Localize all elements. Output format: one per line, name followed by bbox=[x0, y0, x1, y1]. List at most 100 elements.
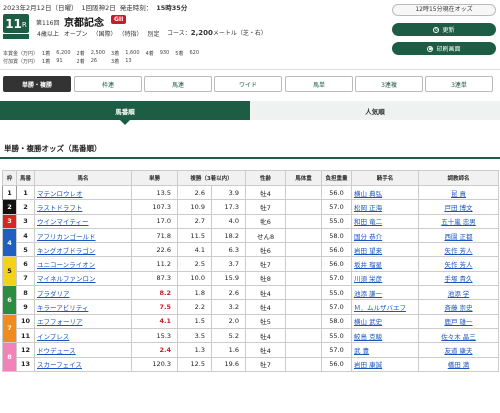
win-odds: 13.5 bbox=[131, 184, 178, 201]
place-odds-max: 3.2 bbox=[210, 299, 247, 315]
tab-bet-type[interactable]: 馬連 bbox=[144, 76, 212, 92]
prize-place: 3着 bbox=[111, 50, 120, 57]
jockey-link[interactable]: 池添 謙一 bbox=[351, 285, 420, 301]
jockey-link[interactable]: 岩田 康誠 bbox=[351, 356, 420, 372]
horse-number: 11 bbox=[16, 327, 35, 344]
place-odds-max: 2.0 bbox=[210, 313, 247, 329]
horse-name-link[interactable]: インプレス bbox=[34, 327, 132, 344]
body-weight bbox=[285, 184, 323, 201]
trainer-link[interactable]: 斉藤 崇史 bbox=[418, 299, 500, 315]
jockey-link[interactable]: Ｍ．ムルザバエフ bbox=[351, 299, 420, 315]
course-surface: （芝・右） bbox=[236, 30, 267, 37]
tab-popularity-order[interactable]: 人気順 bbox=[250, 101, 500, 120]
jockey-link[interactable]: 坂井 瑠星 bbox=[351, 256, 420, 272]
place-odds-min: 12.5 bbox=[177, 356, 212, 372]
horse-name-link[interactable]: スカーフェイス bbox=[34, 356, 132, 372]
horse-name-link[interactable]: ユニコーンライオン bbox=[34, 256, 132, 272]
odds-row: 5 6 ユニコーンライオン 11.2 2.5 3.7 牡7 56.0 坂井 瑠星 矢作 芳人 bbox=[2, 256, 500, 287]
win-odds: 7.5 bbox=[131, 299, 178, 315]
prize-label: 本賞金（万円） bbox=[3, 50, 39, 57]
horse-number: 4 bbox=[16, 227, 35, 244]
place-odds-min: 3.5 bbox=[177, 327, 212, 344]
horse-name-link[interactable]: キングオブドラゴン bbox=[34, 242, 132, 258]
prize-amount: 2,500 bbox=[90, 50, 106, 56]
horse-name-link[interactable]: キラーアビリティ bbox=[34, 299, 132, 315]
section-title: 単勝・複勝オッズ（馬番順） bbox=[4, 144, 102, 153]
horse-name-link[interactable]: マイネルファンロン bbox=[34, 270, 132, 287]
trainer-link[interactable]: 矢作 芳人 bbox=[418, 256, 500, 272]
prize-amount: 26 bbox=[90, 58, 98, 64]
horse-number: 3 bbox=[16, 213, 35, 229]
win-odds: 8.2 bbox=[131, 285, 178, 301]
place-odds-max: 18.2 bbox=[210, 227, 247, 244]
prize-place: 1着 bbox=[42, 58, 51, 65]
trainer-link[interactable]: 西園 正都 bbox=[418, 227, 500, 244]
jockey-link[interactable]: 和田 竜二 bbox=[351, 213, 420, 229]
win-odds: 87.3 bbox=[131, 270, 178, 287]
course-distance: 2,200 bbox=[190, 29, 213, 37]
horse-name-link[interactable]: アフリカンゴールド bbox=[34, 227, 132, 244]
prize-amount: 6,200 bbox=[56, 50, 71, 56]
trainer-link[interactable]: 手塚 貴久 bbox=[418, 270, 500, 287]
place-odds-min: 10.0 bbox=[177, 270, 212, 287]
horse-name-link[interactable]: ラストドラフト bbox=[34, 199, 132, 215]
tab-bet-type[interactable]: 枠連 bbox=[74, 76, 142, 92]
sex-age: 牝6 bbox=[245, 213, 287, 229]
tab-bet-type[interactable]: 馬単 bbox=[285, 76, 353, 92]
print-button[interactable]: ▪ 印刷画面 bbox=[392, 42, 496, 55]
tab-umaban-order[interactable]: 馬番順 bbox=[0, 101, 250, 120]
horse-name-link[interactable]: ドウデュース bbox=[34, 342, 132, 358]
horse-name-link[interactable]: プラダリア bbox=[34, 285, 132, 301]
tab-bet-type[interactable]: ワイド bbox=[214, 76, 282, 92]
condition-extra: （特指） bbox=[121, 31, 143, 38]
frame-number: 8 bbox=[2, 342, 17, 372]
trainer-link[interactable]: 橋田 満 bbox=[418, 356, 500, 372]
update-button[interactable]: ↻ 更新 bbox=[392, 23, 496, 36]
trainer-link[interactable]: 佐々木 晶三 bbox=[418, 327, 500, 344]
race-number-badge: 11 R bbox=[3, 14, 29, 33]
horse-name-link[interactable]: エフフォーリア bbox=[34, 313, 132, 329]
tab-bet-type[interactable]: 3連複 bbox=[355, 76, 423, 92]
odds-row: 6 8 プラダリア 8.2 1.8 2.6 牡4 55.0 池添 謙一 池添 学 bbox=[2, 285, 500, 315]
jockey-link[interactable]: 横山 典弘 bbox=[351, 184, 420, 201]
prize-place bbox=[175, 57, 189, 65]
carried-weight: 55.0 bbox=[321, 327, 353, 344]
sex-age: 牡4 bbox=[245, 184, 287, 201]
prize-label: 付加賞（万円） bbox=[3, 58, 39, 65]
course-info: コース：2,200メートル（芝・右） bbox=[167, 28, 267, 37]
column-header: 複勝（3着以内） bbox=[176, 170, 247, 186]
trainer-link[interactable]: 矢作 芳人 bbox=[418, 242, 500, 258]
section-rule bbox=[0, 157, 500, 159]
jockey-link[interactable]: 国分 恭介 bbox=[351, 227, 420, 244]
prize-place: 3着 bbox=[111, 58, 120, 65]
trainer-link[interactable]: 池添 学 bbox=[418, 285, 500, 301]
place-odds-min: 10.9 bbox=[177, 199, 212, 215]
column-header: 馬名 bbox=[34, 170, 132, 186]
trainer-link[interactable]: 鹿戸 雄一 bbox=[418, 313, 500, 329]
trainer-link[interactable]: 友道 康夫 bbox=[418, 342, 500, 358]
condition-class: オープン bbox=[63, 31, 88, 38]
jockey-link[interactable]: 鮫島 克駿 bbox=[351, 327, 420, 344]
jockey-link[interactable]: 岩田 望来 bbox=[351, 242, 420, 258]
place-odds-min: 2.2 bbox=[177, 299, 212, 315]
trainer-link[interactable]: 戸田 博文 bbox=[418, 199, 500, 215]
odds-row: 7 10 エフフォーリア 4.1 1.5 2.0 牡5 58.0 横山 武史 鹿戸 雄一 bbox=[2, 313, 500, 344]
jockey-link[interactable]: 松岡 正海 bbox=[351, 199, 420, 215]
sex-age: 牡4 bbox=[245, 285, 287, 301]
column-header: 騎手名 bbox=[351, 170, 420, 186]
tab-bet-type[interactable]: 3連単 bbox=[425, 76, 493, 92]
course-label: コース： bbox=[167, 30, 191, 37]
horse-number: 10 bbox=[16, 313, 35, 329]
tab-bet-type[interactable]: 単勝・複勝 bbox=[3, 76, 71, 92]
horse-name-link[interactable]: ウインマイティー bbox=[34, 213, 132, 229]
place-odds-max: 5.2 bbox=[210, 327, 247, 344]
trainer-link[interactable]: 五十嵐 忠男 bbox=[418, 213, 500, 229]
jockey-link[interactable]: 武 豊 bbox=[351, 342, 420, 358]
frame-number: 5 bbox=[2, 256, 17, 287]
jockey-link[interactable]: 川須 栄彦 bbox=[351, 270, 420, 287]
race-condition: 4歳以上 オープン （国際） （特指） 別定 bbox=[37, 29, 165, 38]
condition-age: 4歳以上 bbox=[37, 31, 59, 38]
horse-name-link[interactable]: マテンロウレオ bbox=[34, 184, 132, 201]
jockey-link[interactable]: 横山 武史 bbox=[351, 313, 420, 329]
trainer-link[interactable]: 昆 貢 bbox=[418, 184, 500, 201]
